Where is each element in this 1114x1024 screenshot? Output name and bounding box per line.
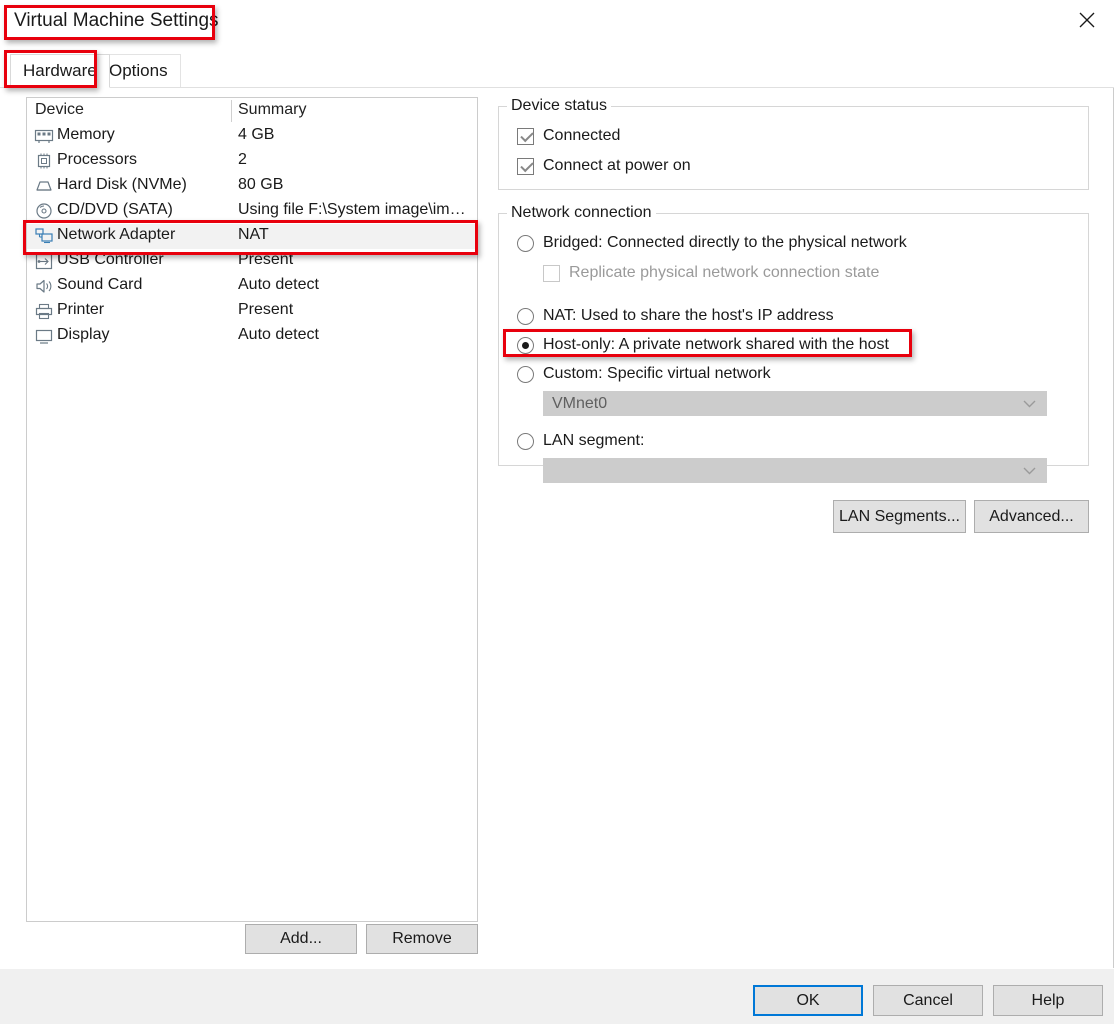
network-adapter-icon bbox=[34, 227, 54, 246]
column-header-summary: Summary bbox=[238, 101, 307, 118]
radio-nat[interactable]: NAT: Used to share the host's IP address bbox=[517, 307, 834, 325]
connect-at-power-on-label: Connect at power on bbox=[543, 157, 691, 174]
ok-button[interactable]: OK bbox=[753, 985, 863, 1016]
lan-segments-button[interactable]: LAN Segments... bbox=[833, 500, 966, 533]
device-status-title: Device status bbox=[507, 97, 612, 115]
radio-indicator bbox=[517, 307, 534, 325]
device-summary: Auto detect bbox=[238, 326, 319, 343]
memory-icon bbox=[34, 127, 54, 146]
printer-icon bbox=[34, 302, 54, 321]
content-panel: Device Summary Memory 4 GB Processors 2 … bbox=[0, 88, 1114, 968]
window-title: Virtual Machine Settings bbox=[14, 10, 219, 31]
device-name: Memory bbox=[57, 126, 115, 143]
close-icon[interactable] bbox=[1060, 0, 1114, 40]
lan-segment-dropdown[interactable] bbox=[543, 458, 1047, 483]
device-summary: 2 bbox=[238, 151, 247, 168]
advanced-button-label: Advanced... bbox=[989, 507, 1074, 525]
radio-host-only-label: Host-only: A private network shared with… bbox=[543, 336, 889, 353]
sound-card-icon bbox=[34, 277, 54, 296]
table-row[interactable]: Hard Disk (NVMe) 80 GB bbox=[27, 174, 477, 199]
tab-options-label: Options bbox=[109, 61, 168, 80]
radio-indicator bbox=[517, 432, 534, 450]
advanced-button[interactable]: Advanced... bbox=[974, 500, 1089, 533]
usb-controller-icon bbox=[34, 252, 54, 271]
radio-bridged-label: Bridged: Connected directly to the physi… bbox=[543, 234, 907, 251]
column-header-device: Device bbox=[35, 101, 84, 118]
connected-label: Connected bbox=[543, 127, 621, 144]
cd-dvd-icon bbox=[34, 202, 54, 221]
radio-indicator-selected bbox=[517, 336, 534, 354]
connect-at-power-on-checkbox[interactable]: Connect at power on bbox=[517, 157, 691, 175]
table-row[interactable]: CD/DVD (SATA) Using file F:\System image… bbox=[27, 199, 477, 224]
device-name: Hard Disk (NVMe) bbox=[57, 176, 187, 193]
tab-hardware[interactable]: Hardware bbox=[10, 54, 110, 88]
replicate-physical-state-label: Replicate physical network connection st… bbox=[569, 264, 880, 281]
checkbox-indicator bbox=[543, 264, 560, 282]
radio-bridged[interactable]: Bridged: Connected directly to the physi… bbox=[517, 234, 907, 252]
network-connection-group: Network connection Bridged: Connected di… bbox=[498, 204, 1089, 483]
radio-lan-segment-label: LAN segment: bbox=[543, 432, 645, 449]
radio-indicator bbox=[517, 365, 534, 383]
device-name: Processors bbox=[57, 151, 138, 168]
device-name: Network Adapter bbox=[57, 226, 176, 243]
add-button[interactable]: Add... bbox=[245, 924, 357, 954]
device-name: Display bbox=[57, 326, 110, 343]
radio-lan-segment[interactable]: LAN segment: bbox=[517, 432, 644, 450]
cancel-button-label: Cancel bbox=[903, 991, 953, 1009]
tab-strip: Hardware Options bbox=[0, 44, 1114, 88]
processor-icon bbox=[34, 152, 54, 171]
table-row-network-adapter[interactable]: Network Adapter NAT bbox=[27, 224, 477, 249]
device-summary: Present bbox=[238, 301, 294, 318]
table-row[interactable]: Printer Present bbox=[27, 299, 477, 324]
device-list[interactable]: Device Summary Memory 4 GB Processors 2 … bbox=[26, 97, 478, 922]
device-name: USB Controller bbox=[57, 251, 164, 268]
custom-network-dropdown[interactable]: VMnet0 bbox=[543, 391, 1047, 416]
device-name: Sound Card bbox=[57, 276, 143, 293]
device-summary: 4 GB bbox=[238, 126, 275, 143]
radio-indicator bbox=[517, 234, 534, 252]
device-name: CD/DVD (SATA) bbox=[57, 201, 173, 218]
radio-nat-label: NAT: Used to share the host's IP address bbox=[543, 307, 834, 324]
device-summary: Present bbox=[238, 251, 294, 268]
checkbox-check-icon bbox=[517, 157, 534, 175]
ok-button-label: OK bbox=[796, 991, 820, 1009]
custom-network-value: VMnet0 bbox=[552, 394, 608, 412]
chevron-down-icon bbox=[1023, 395, 1036, 413]
lan-segments-button-label: LAN Segments... bbox=[839, 507, 960, 525]
radio-custom[interactable]: Custom: Specific virtual network bbox=[517, 365, 771, 383]
device-summary: NAT bbox=[238, 226, 269, 243]
connected-checkbox[interactable]: Connected bbox=[517, 127, 620, 145]
remove-button[interactable]: Remove bbox=[366, 924, 478, 954]
checkbox-check-icon bbox=[517, 127, 534, 145]
cancel-button[interactable]: Cancel bbox=[873, 985, 983, 1016]
network-connection-title: Network connection bbox=[507, 204, 656, 222]
column-divider bbox=[231, 100, 232, 122]
radio-host-only[interactable]: Host-only: A private network shared with… bbox=[517, 336, 889, 354]
device-summary: Auto detect bbox=[238, 276, 319, 293]
replicate-physical-state-checkbox[interactable]: Replicate physical network connection st… bbox=[543, 264, 879, 282]
device-list-header: Device Summary bbox=[27, 98, 477, 124]
table-row[interactable]: Sound Card Auto detect bbox=[27, 274, 477, 299]
title-bar: Virtual Machine Settings bbox=[0, 0, 1114, 44]
table-row[interactable]: USB Controller Present bbox=[27, 249, 477, 274]
help-button-label: Help bbox=[1031, 991, 1065, 1009]
display-icon bbox=[34, 327, 54, 346]
vm-settings-dialog: Virtual Machine Settings Hardware Option… bbox=[0, 0, 1114, 1024]
chevron-down-icon bbox=[1023, 462, 1036, 480]
device-summary: 80 GB bbox=[238, 176, 284, 193]
device-status-group: Device status Connected Connect at power… bbox=[498, 97, 1089, 190]
table-row[interactable]: Memory 4 GB bbox=[27, 124, 477, 149]
radio-custom-label: Custom: Specific virtual network bbox=[543, 365, 771, 382]
tab-hardware-label: Hardware bbox=[23, 61, 97, 80]
help-button[interactable]: Help bbox=[993, 985, 1103, 1016]
hard-disk-icon bbox=[34, 177, 54, 196]
device-name: Printer bbox=[57, 301, 105, 318]
add-button-label: Add... bbox=[280, 930, 322, 947]
device-summary: Using file F:\System image\im… bbox=[238, 201, 466, 218]
table-row[interactable]: Display Auto detect bbox=[27, 324, 477, 349]
table-row[interactable]: Processors 2 bbox=[27, 149, 477, 174]
remove-button-label: Remove bbox=[392, 930, 452, 947]
